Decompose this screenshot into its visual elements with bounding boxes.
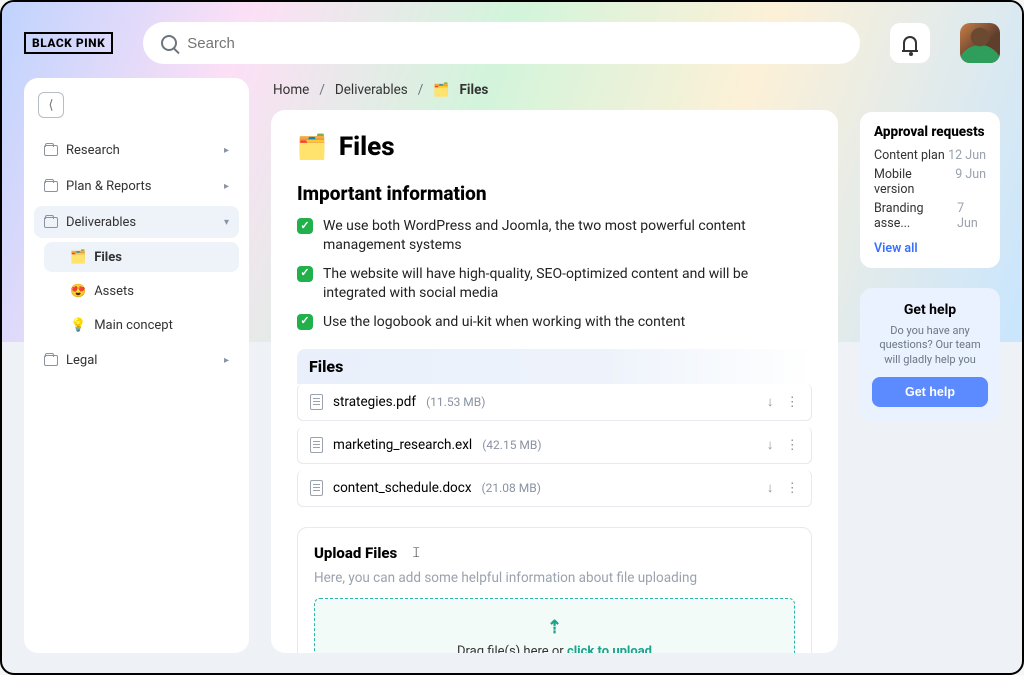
chevron-right-icon: ▸ — [224, 181, 229, 192]
check-icon: ✓ — [297, 266, 313, 282]
dropzone-text: Drag file(s) here or click to upload — [457, 644, 652, 653]
breadcrumb-separator: / — [319, 82, 325, 98]
breadcrumb-home[interactable]: Home — [273, 82, 309, 98]
approval-row[interactable]: Mobile version 9 Jun — [874, 167, 986, 197]
brand-logo: BLACK PINK — [24, 32, 113, 54]
approvals-title: Approval requests — [874, 124, 986, 140]
approval-row[interactable]: Branding asse... 7 Jun — [874, 201, 986, 231]
collapse-icon: ⟨ — [48, 98, 53, 113]
breadcrumb-current-icon: 🗂️ — [433, 83, 449, 98]
folder-icon — [44, 217, 58, 228]
sidebar-item-legal[interactable]: Legal ▸ — [34, 344, 239, 376]
approval-label: Content plan — [874, 148, 945, 163]
files-icon: 🗂️ — [70, 250, 86, 265]
breadcrumb-current: Files — [460, 82, 489, 98]
page-title: Files — [339, 132, 395, 162]
more-icon[interactable] — [786, 480, 800, 496]
breadcrumb: Home / Deliverables / 🗂️ Files — [271, 78, 838, 100]
file-size: (11.53 MB) — [426, 395, 485, 409]
chevron-right-icon: ▸ — [224, 355, 229, 366]
breadcrumb-parent[interactable]: Deliverables — [335, 82, 408, 98]
upload-hint: Here, you can add some helpful informati… — [314, 570, 795, 586]
search-bar[interactable] — [143, 22, 860, 64]
folder-icon — [44, 181, 58, 192]
download-icon[interactable] — [767, 394, 774, 410]
sidebar-sub-label: Main concept — [94, 318, 173, 333]
check-icon: ✓ — [297, 314, 313, 330]
more-icon[interactable] — [786, 437, 800, 453]
sidebar-sub-files[interactable]: 🗂️ Files — [44, 242, 239, 272]
download-icon[interactable] — [767, 437, 774, 453]
page-title-icon: 🗂️ — [297, 133, 327, 161]
document-icon — [310, 480, 323, 496]
info-heading: Important information — [297, 182, 812, 205]
help-body: Do you have any questions? Our team will… — [872, 324, 988, 367]
approval-row[interactable]: Content plan 12 Jun — [874, 148, 986, 163]
assets-icon: 😍 — [70, 284, 86, 299]
sidebar-sub-label: Assets — [94, 284, 134, 299]
upload-dropzone[interactable]: ⇡ Drag file(s) here or click to upload — [314, 598, 795, 653]
approval-date: 12 Jun — [948, 148, 986, 163]
approval-date: 7 Jun — [957, 201, 986, 231]
bell-icon — [903, 36, 917, 50]
notifications-button[interactable] — [890, 23, 930, 63]
file-row[interactable]: marketing_research.exl (42.15 MB) — [297, 427, 812, 464]
checklist-text: The website will have high-quality, SEO-… — [323, 265, 812, 303]
file-size: (42.15 MB) — [482, 438, 541, 452]
sidebar-sub-main-concept[interactable]: 💡 Main concept — [44, 310, 239, 340]
concept-icon: 💡 — [70, 318, 86, 333]
file-name: strategies.pdf — [333, 394, 416, 410]
sidebar-sub-label: Files — [94, 250, 122, 265]
checklist-text: We use both WordPress and Joomla, the tw… — [323, 217, 812, 255]
file-row[interactable]: content_schedule.docx (21.08 MB) — [297, 470, 812, 507]
chevron-down-icon: ▾ — [224, 217, 229, 228]
files-section-heading: Files — [297, 349, 812, 384]
download-icon[interactable] — [767, 480, 774, 496]
document-icon — [310, 437, 323, 453]
upload-arrow-icon: ⇡ — [547, 617, 562, 638]
folder-icon — [44, 145, 58, 156]
sidebar-item-deliverables[interactable]: Deliverables ▾ — [34, 206, 239, 238]
approval-label: Branding asse... — [874, 201, 957, 231]
chevron-right-icon: ▸ — [224, 145, 229, 156]
sidebar-item-research[interactable]: Research ▸ — [34, 134, 239, 166]
help-card: Get help Do you have any questions? Our … — [860, 288, 1000, 421]
help-title: Get help — [872, 302, 988, 318]
search-input[interactable] — [187, 35, 842, 52]
upload-title: Upload Files — [314, 544, 397, 562]
sidebar: ⟨ Research ▸ Plan & Reports ▸ Deliverabl… — [24, 78, 249, 653]
checklist-item: ✓ Use the logobook and ui-kit when worki… — [297, 313, 812, 332]
sidebar-item-label: Plan & Reports — [66, 179, 151, 194]
file-name: content_schedule.docx — [333, 480, 472, 496]
search-icon — [161, 35, 177, 51]
approval-requests-card: Approval requests Content plan 12 Jun Mo… — [860, 112, 1000, 268]
collapse-sidebar-button[interactable]: ⟨ — [38, 92, 64, 118]
file-name: marketing_research.exl — [333, 437, 472, 453]
checklist-item: ✓ The website will have high-quality, SE… — [297, 265, 812, 303]
file-size: (21.08 MB) — [482, 481, 541, 495]
sidebar-item-label: Legal — [66, 353, 97, 368]
folder-icon — [44, 355, 58, 366]
checklist-text: Use the logobook and ui-kit when working… — [323, 313, 685, 332]
file-row[interactable]: strategies.pdf (11.53 MB) — [297, 384, 812, 421]
sidebar-sub-assets[interactable]: 😍 Assets — [44, 276, 239, 306]
user-avatar[interactable] — [960, 23, 1000, 63]
breadcrumb-separator: / — [418, 82, 424, 98]
click-to-upload-link[interactable]: click to upload — [567, 644, 652, 653]
document-icon — [310, 394, 323, 410]
sidebar-item-label: Deliverables — [66, 215, 136, 230]
get-help-button[interactable]: Get help — [872, 377, 988, 407]
approval-date: 9 Jun — [955, 167, 986, 197]
checklist-item: ✓ We use both WordPress and Joomla, the … — [297, 217, 812, 255]
approval-label: Mobile version — [874, 167, 955, 197]
main-panel: 🗂️ Files Important information ✓ We use … — [271, 110, 838, 653]
view-all-link[interactable]: View all — [874, 241, 918, 256]
text-cursor-icon[interactable]: 𝙸 — [411, 545, 421, 561]
more-icon[interactable] — [786, 394, 800, 410]
sidebar-item-label: Research — [66, 143, 120, 158]
check-icon: ✓ — [297, 218, 313, 234]
sidebar-item-plan-reports[interactable]: Plan & Reports ▸ — [34, 170, 239, 202]
upload-card: Upload Files 𝙸 Here, you can add some he… — [297, 527, 812, 653]
